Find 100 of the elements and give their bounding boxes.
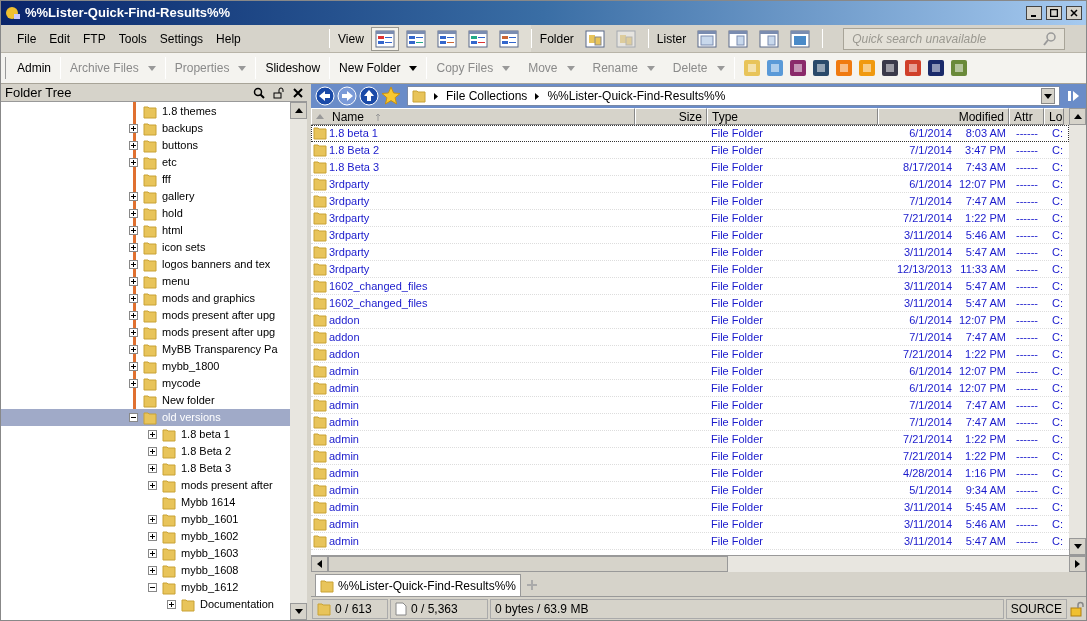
tree-item[interactable]: gallery: [1, 188, 290, 205]
scrollbar[interactable]: [311, 555, 1086, 572]
app-shortcut-icon[interactable]: [788, 59, 807, 77]
file-row[interactable]: admin File Folder 7/1/2014 7:47 AM ------ C:: [311, 414, 1069, 431]
menu-title[interactable]: File: [17, 29, 37, 48]
expand-icon[interactable]: [129, 192, 138, 201]
toolbar-button[interactable]: New Folder: [330, 53, 427, 83]
column-header[interactable]: Modified: [878, 108, 1009, 125]
menu-title[interactable]: Settings: [159, 29, 204, 48]
menu-title[interactable]: Help: [216, 29, 241, 48]
expand-icon[interactable]: [129, 226, 138, 235]
file-row[interactable]: 3rdparty File Folder 7/1/2014 7:47 AM ------ C:: [311, 193, 1069, 210]
tree-item[interactable]: html: [1, 222, 290, 239]
expand-icon[interactable]: [129, 260, 138, 269]
tree-item[interactable]: logos banners and tex: [1, 256, 290, 273]
tree-item[interactable]: mycode: [1, 375, 290, 392]
lister-tab[interactable]: %%Lister-Quick-Find-Results%%: [315, 574, 522, 596]
tree-item[interactable]: Mybb 1614: [1, 494, 290, 511]
scroll-down-icon[interactable]: [294, 609, 303, 614]
expand-icon[interactable]: [129, 379, 138, 388]
file-row[interactable]: admin File Folder 6/1/2014 12:07 PM ------ C:: [311, 363, 1069, 380]
menu-title[interactable]: FTP: [83, 29, 106, 48]
view-mode-button[interactable]: [370, 26, 399, 51]
file-row[interactable]: admin File Folder 3/11/2014 5:45 AM ------ C:: [311, 499, 1069, 516]
scrollbar[interactable]: [1069, 108, 1086, 555]
tree-item[interactable]: 1.8 Beta 3: [1, 460, 290, 477]
file-row[interactable]: admin File Folder 7/1/2014 7:47 AM ------ C:: [311, 397, 1069, 414]
tree-item[interactable]: menu: [1, 273, 290, 290]
expand-icon[interactable]: [129, 124, 138, 133]
tree-item[interactable]: mybb_1608: [1, 562, 290, 579]
toolbar-button[interactable]: Admin: [8, 53, 60, 83]
dropdown-button[interactable]: [1041, 88, 1055, 104]
column-header[interactable]: Type: [707, 108, 878, 125]
expand-icon[interactable]: [129, 209, 138, 218]
expand-icon[interactable]: [148, 532, 157, 541]
tree-item[interactable]: mybb_1800: [1, 358, 290, 375]
breadcrumb-item[interactable]: File Collections: [446, 87, 528, 105]
tree-item[interactable]: icon sets: [1, 239, 290, 256]
scrollbar[interactable]: [290, 102, 307, 620]
expand-icon[interactable]: [129, 158, 138, 167]
scroll-left-icon[interactable]: [317, 560, 322, 568]
minimize-button[interactable]: [1026, 6, 1042, 20]
tree-item[interactable]: 1.8 Beta 2: [1, 443, 290, 460]
tree-item[interactable]: mybb_1612: [1, 579, 290, 596]
expand-icon[interactable]: [129, 243, 138, 252]
scroll-right-icon[interactable]: [1075, 560, 1080, 568]
app-shortcut-icon[interactable]: [811, 59, 830, 77]
expand-icon[interactable]: [129, 311, 138, 320]
file-row[interactable]: admin File Folder 3/11/2014 5:46 AM ------ C:: [311, 516, 1069, 533]
tree-item[interactable]: hold: [1, 205, 290, 222]
scroll-down-icon[interactable]: [1073, 544, 1082, 549]
expand-icon[interactable]: [129, 294, 138, 303]
tree-item[interactable]: MyBB Transparency Pa: [1, 341, 290, 358]
file-row[interactable]: admin File Folder 4/28/2014 1:16 PM ------ C:: [311, 465, 1069, 482]
file-row[interactable]: 3rdparty File Folder 7/21/2014 1:22 PM ------ C:: [311, 210, 1069, 227]
tree-item[interactable]: backups: [1, 120, 290, 137]
file-row[interactable]: 1.8 beta 1 File Folder 6/1/2014 8:03 AM ------ C:: [311, 125, 1069, 142]
tree-item[interactable]: mods present after: [1, 477, 290, 494]
file-row[interactable]: addon File Folder 7/21/2014 1:22 PM ------ C:: [311, 346, 1069, 363]
scroll-up-icon[interactable]: [1073, 114, 1082, 119]
expand-icon[interactable]: [129, 345, 138, 354]
column-header[interactable]: Size: [635, 108, 707, 125]
tree-item[interactable]: mybb_1603: [1, 545, 290, 562]
file-row[interactable]: 3rdparty File Folder 3/11/2014 5:47 AM ------ C:: [311, 244, 1069, 261]
tree-item[interactable]: etc: [1, 154, 290, 171]
menu-title[interactable]: Tools: [118, 29, 147, 48]
tree-item[interactable]: buttons: [1, 137, 290, 154]
menu-title[interactable]: Edit: [49, 29, 71, 48]
tree-item[interactable]: mybb_1601: [1, 511, 290, 528]
file-row[interactable]: 3rdparty File Folder 3/11/2014 5:46 AM ------ C:: [311, 227, 1069, 244]
file-row[interactable]: addon File Folder 6/1/2014 12:07 PM ------ C:: [311, 312, 1069, 329]
tree-item[interactable]: mybb_1602: [1, 528, 290, 545]
tree-item[interactable]: New folder: [1, 392, 290, 409]
search-field[interactable]: Quick search unavailable: [843, 27, 1066, 50]
expand-icon[interactable]: [148, 549, 157, 558]
expand-icon[interactable]: [148, 566, 157, 575]
close-button[interactable]: [1066, 6, 1082, 20]
maximize-button[interactable]: [1046, 6, 1062, 20]
file-row[interactable]: admin File Folder 6/1/2014 12:07 PM ------ C:: [311, 380, 1069, 397]
file-row[interactable]: admin File Folder 7/21/2014 1:22 PM ------ C:: [311, 431, 1069, 448]
expand-icon[interactable]: [148, 481, 157, 490]
file-row[interactable]: admin File Folder 5/1/2014 9:34 AM ------ C:: [311, 482, 1069, 499]
column-header[interactable]: Lo: [1044, 108, 1064, 125]
app-shortcut-icon[interactable]: [880, 59, 899, 77]
file-row[interactable]: 3rdparty File Folder 6/1/2014 12:07 PM ------ C:: [311, 176, 1069, 193]
file-row[interactable]: addon File Folder 7/1/2014 7:47 AM ------ C:: [311, 329, 1069, 346]
expand-icon[interactable]: [167, 600, 176, 609]
tree-item[interactable]: mods and graphics: [1, 290, 290, 307]
file-row[interactable]: admin File Folder 7/21/2014 1:22 PM ------ C:: [311, 448, 1069, 465]
expand-icon[interactable]: [148, 447, 157, 456]
file-row[interactable]: 1.8 Beta 2 File Folder 7/1/2014 3:47 PM ------ C:: [311, 142, 1069, 159]
expand-icon[interactable]: [129, 328, 138, 337]
file-row[interactable]: 1.8 Beta 3 File Folder 8/17/2014 7:43 AM ------ C:: [311, 159, 1069, 176]
tree-item[interactable]: 1.8 beta 1: [1, 426, 290, 443]
tree-item[interactable]: 1.8 themes: [1, 103, 290, 120]
tree-item[interactable]: mods present after upg: [1, 307, 290, 324]
star-icon[interactable]: [381, 86, 401, 106]
breadcrumb-item[interactable]: %%Lister-Quick-Find-Results%%: [547, 87, 726, 105]
expand-icon[interactable]: [129, 277, 138, 286]
toolbar-button[interactable]: Slideshow: [256, 53, 330, 83]
